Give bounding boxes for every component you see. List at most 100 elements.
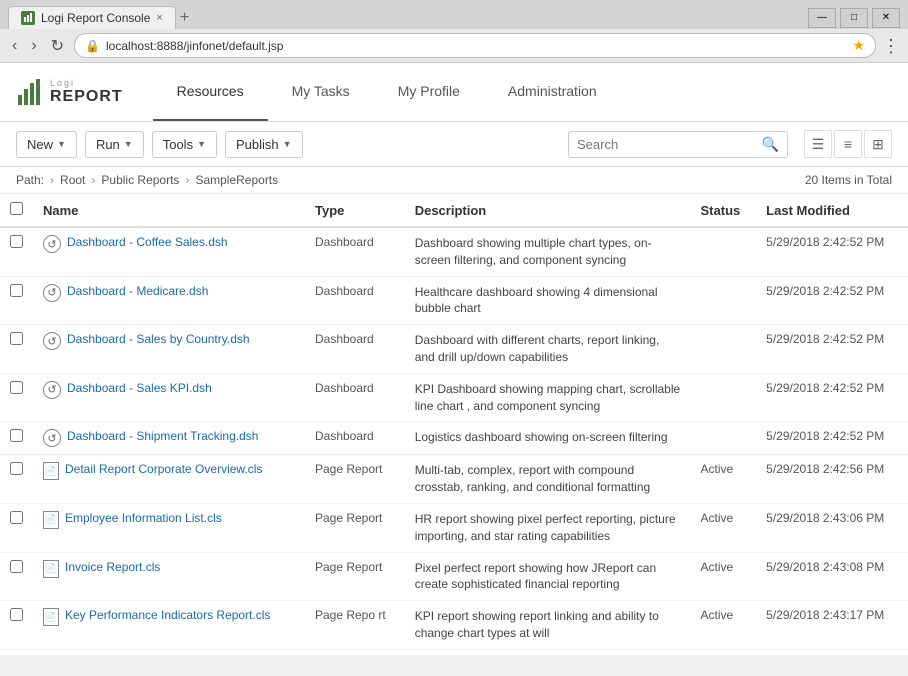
file-status — [691, 422, 757, 455]
search-input[interactable] — [577, 137, 756, 152]
main-nav: Resources My Tasks My Profile Administra… — [153, 63, 621, 121]
dashboard-icon — [43, 429, 61, 447]
file-modified: 5/29/2018 2:42:52 PM — [756, 227, 908, 276]
table-row: 📄 Key Performance Indicators Report.cls … — [0, 601, 908, 650]
select-all-checkbox[interactable] — [10, 202, 23, 215]
file-type: Dashboard — [305, 373, 405, 422]
tools-button[interactable]: Tools ▼ — [152, 131, 217, 158]
col-status: Status — [691, 194, 757, 227]
run-arrow-icon: ▼ — [124, 139, 133, 149]
back-button[interactable]: ‹ — [8, 35, 21, 57]
page-report-icon: 📄 — [43, 511, 59, 529]
url-bar[interactable]: 🔒 localhost:8888/jinfonet/default.jsp ★ — [74, 33, 876, 58]
run-button[interactable]: Run ▼ — [85, 131, 144, 158]
file-modified: 5/29/2018 2:42:52 PM — [756, 422, 908, 455]
file-name-link[interactable]: Dashboard - Sales by Country.dsh — [67, 332, 250, 346]
file-type: Dashboard — [305, 227, 405, 276]
file-description: Dashboard with different charts, report … — [405, 325, 691, 374]
row-checkbox[interactable] — [10, 332, 23, 345]
table-row: 📄 Invoice Report.cls Page Report Pixel p… — [0, 552, 908, 601]
browser-menu-button[interactable]: ⋮ — [882, 37, 900, 55]
file-modified: 5/29/2018 2:43:08 PM — [756, 552, 908, 601]
file-status — [691, 227, 757, 276]
file-name-link[interactable]: Invoice Report.cls — [65, 560, 160, 574]
tab-resources[interactable]: Resources — [153, 63, 268, 121]
breadcrumb: Path: › Root › Public Reports › SampleRe… — [0, 167, 908, 194]
file-type: Page Report — [305, 552, 405, 601]
detail-view-button[interactable]: ≡ — [834, 130, 862, 158]
new-arrow-icon: ▼ — [57, 139, 66, 149]
close-window-button[interactable]: ✕ — [872, 8, 900, 28]
bookmark-icon[interactable]: ★ — [852, 37, 865, 54]
page-report-icon: 📄 — [43, 560, 59, 578]
tab-my-profile[interactable]: My Profile — [374, 63, 484, 121]
forward-button[interactable]: › — [27, 35, 40, 57]
col-type: Type — [305, 194, 405, 227]
row-checkbox[interactable] — [10, 462, 23, 475]
url-text: localhost:8888/jinfonet/default.jsp — [106, 39, 846, 53]
file-name-link[interactable]: Key Performance Indicators Report.cls — [65, 608, 270, 622]
col-name: Name — [33, 194, 305, 227]
page-report-icon: 📄 — [43, 462, 59, 480]
row-checkbox[interactable] — [10, 429, 23, 442]
file-type: Page Report — [305, 503, 405, 552]
page-report-icon: 📄 — [43, 608, 59, 626]
file-name-link[interactable]: Dashboard - Sales KPI.dsh — [67, 381, 212, 395]
row-checkbox[interactable] — [10, 560, 23, 573]
file-description: Logistics dashboard showing on-screen fi… — [405, 422, 691, 455]
tab-my-tasks[interactable]: My Tasks — [268, 63, 374, 121]
file-name-link[interactable]: Employee Information List.cls — [65, 511, 222, 525]
item-count: 20 Items in Total — [805, 173, 892, 187]
breadcrumb-public-reports[interactable]: Public Reports — [101, 173, 179, 187]
dashboard-icon — [43, 284, 61, 302]
publish-button[interactable]: Publish ▼ — [225, 131, 303, 158]
file-name-link[interactable]: Dashboard - Medicare.dsh — [67, 284, 208, 298]
row-checkbox[interactable] — [10, 284, 23, 297]
new-button[interactable]: New ▼ — [16, 131, 77, 158]
maximize-button[interactable]: □ — [840, 8, 868, 28]
row-checkbox[interactable] — [10, 235, 23, 248]
breadcrumb-root[interactable]: Root — [60, 173, 85, 187]
table-row: Dashboard - Shipment Tracking.dsh Dashbo… — [0, 422, 908, 455]
file-status — [691, 276, 757, 325]
table-row: Dashboard - Sales KPI.dsh Dashboard KPI … — [0, 373, 908, 422]
file-status: Active — [691, 455, 757, 504]
table-row: 📄 Employee Information List.cls Page Rep… — [0, 503, 908, 552]
table-row: Dashboard - Medicare.dsh Dashboard Healt… — [0, 276, 908, 325]
publish-arrow-icon: ▼ — [283, 139, 292, 149]
row-checkbox[interactable] — [10, 608, 23, 621]
table-row: Dashboard - Sales by Country.dsh Dashboa… — [0, 325, 908, 374]
file-status: Active — [691, 601, 757, 650]
app-logo: Logi REPORT — [16, 65, 123, 119]
file-name-link[interactable]: Dashboard - Shipment Tracking.dsh — [67, 429, 258, 443]
row-checkbox[interactable] — [10, 381, 23, 394]
new-tab-button[interactable]: + — [180, 9, 189, 27]
file-status: Active — [691, 552, 757, 601]
minimize-button[interactable]: — — [808, 8, 836, 28]
file-modified: 5/29/2018 2:43:06 PM — [756, 503, 908, 552]
search-box: 🔍 — [568, 131, 788, 158]
list-view-button[interactable]: ☰ — [804, 130, 832, 158]
tab-administration[interactable]: Administration — [484, 63, 621, 121]
file-type: Page Report — [305, 455, 405, 504]
file-description: Healthcare dashboard showing 4 dimension… — [405, 276, 691, 325]
tab-title: Logi Report Console — [41, 11, 150, 25]
logo-bottom: REPORT — [50, 88, 123, 106]
file-description: KPI report showing report linking and ab… — [405, 601, 691, 650]
reload-button[interactable]: ↻ — [47, 34, 68, 58]
file-description: HR report showing pixel perfect reportin… — [405, 503, 691, 552]
file-description: Pixel perfect report showing how JReport… — [405, 552, 691, 601]
row-checkbox[interactable] — [10, 511, 23, 524]
tab-favicon — [21, 11, 35, 25]
file-description: Dashboard showing multiple chart types, … — [405, 227, 691, 276]
file-status — [691, 373, 757, 422]
file-name-link[interactable]: Detail Report Corporate Overview.cls — [65, 462, 262, 476]
tab-close-button[interactable]: × — [156, 12, 162, 24]
dashboard-icon — [43, 332, 61, 350]
grid-view-button[interactable]: ⊞ — [864, 130, 892, 158]
app-header: Logi REPORT Resources My Tasks My Profil… — [0, 63, 908, 122]
file-type: Dashboard — [305, 422, 405, 455]
browser-tab[interactable]: Logi Report Console × — [8, 6, 176, 29]
search-icon: 🔍 — [762, 136, 779, 153]
file-name-link[interactable]: Dashboard - Coffee Sales.dsh — [67, 235, 228, 249]
